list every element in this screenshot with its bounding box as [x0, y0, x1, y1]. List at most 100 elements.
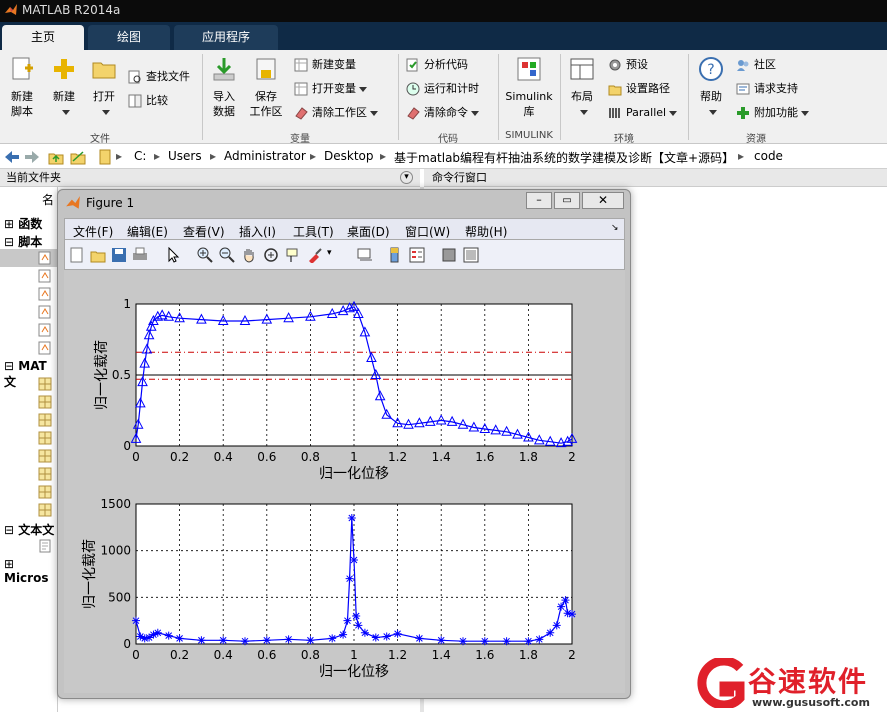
print-icon[interactable]: [132, 247, 148, 263]
script-file-icon[interactable]: [38, 251, 52, 265]
save-workspace-button[interactable]: 保存 工作区: [246, 56, 286, 119]
x-tick-label: 1: [350, 450, 358, 464]
pointer-icon[interactable]: [165, 247, 181, 263]
script-file-icon[interactable]: [38, 305, 52, 319]
mat-file-icon[interactable]: [38, 377, 52, 391]
script-file-icon[interactable]: [38, 341, 52, 355]
clear-workspace-button[interactable]: 清除工作区: [294, 104, 378, 122]
zoom-out-icon[interactable]: [219, 247, 235, 263]
parallel-button[interactable]: Parallel: [608, 104, 678, 122]
breadcrumb-administrator[interactable]: Administrator: [224, 149, 306, 163]
addons-button[interactable]: 附加功能: [736, 104, 809, 122]
menu-edit[interactable]: 编辑(E): [127, 223, 168, 240]
x-tick-label: 2: [568, 648, 576, 662]
parallel-icon: [609, 108, 620, 118]
menu-insert[interactable]: 插入(I): [239, 223, 276, 240]
data-point: [262, 636, 271, 645]
script-file-icon[interactable]: [38, 287, 52, 301]
clear-commands-button[interactable]: 清除命令: [406, 104, 479, 122]
text-file-icon[interactable]: [38, 539, 52, 553]
analyze-code-label: 分析代码: [424, 58, 468, 71]
layout-label: 布局: [571, 90, 593, 103]
tree-group-microsoft[interactable]: ⊞ Micros: [4, 557, 57, 585]
request-support-button[interactable]: 请求支持: [736, 80, 798, 98]
mat-file-icon[interactable]: [38, 413, 52, 427]
help-button[interactable]: ? 帮助: [694, 56, 728, 119]
set-path-button[interactable]: 设置路径: [608, 80, 670, 98]
breadcrumb-project[interactable]: 基于matlab编程有杆抽油系统的数学建模及诊断【文章+源码】: [394, 149, 734, 166]
request-support-icon: [736, 83, 750, 95]
community-button[interactable]: 社区: [736, 56, 776, 74]
minimize-button[interactable]: –: [526, 192, 552, 209]
menu-dock-icon[interactable]: ↘: [611, 223, 619, 233]
new-figure-icon[interactable]: [69, 247, 85, 263]
mat-file-icon[interactable]: [38, 395, 52, 409]
menu-desktop[interactable]: 桌面(D): [347, 223, 390, 240]
open-file-icon[interactable]: [90, 247, 106, 263]
menu-view[interactable]: 查看(V): [183, 223, 225, 240]
legend-icon[interactable]: [409, 247, 425, 263]
new-button[interactable]: 新建: [46, 56, 82, 119]
y-tick-label: 0: [123, 637, 131, 651]
mat-file-icon[interactable]: [38, 449, 52, 463]
link-plot-icon[interactable]: [357, 247, 373, 263]
rotate-3d-icon[interactable]: [263, 247, 279, 263]
mat-file-icon[interactable]: [38, 431, 52, 445]
mat-file-icon[interactable]: [38, 485, 52, 499]
menu-file[interactable]: 文件(F): [73, 223, 113, 240]
script-file-icon[interactable]: [38, 323, 52, 337]
breadcrumb-c[interactable]: C:: [134, 149, 146, 163]
show-plot-tools-icon[interactable]: [463, 247, 479, 263]
browse-folder-icon[interactable]: [70, 149, 86, 165]
brush-icon[interactable]: [307, 247, 323, 263]
open-variable-button[interactable]: 打开变量: [294, 80, 367, 98]
import-data-button[interactable]: 导入 数据: [206, 56, 242, 119]
tree-group-scripts[interactable]: ⊟ 脚本: [4, 233, 42, 250]
data-point: [561, 596, 570, 605]
data-cursor-icon[interactable]: [285, 247, 301, 263]
layout-button[interactable]: 布局: [564, 56, 600, 119]
chevron-down-icon[interactable]: ▾: [327, 248, 332, 258]
x-tick-label: 0.4: [214, 450, 233, 464]
x-tick-label: 0.2: [170, 648, 189, 662]
menu-help[interactable]: 帮助(H): [465, 223, 507, 240]
preferences-button[interactable]: 预设: [608, 56, 648, 74]
pan-hand-icon[interactable]: [241, 247, 257, 263]
mat-file-icon[interactable]: [38, 503, 52, 517]
find-files-button[interactable]: 查找文件: [128, 68, 190, 86]
new-variable-button[interactable]: 新建变量: [294, 56, 356, 74]
analyze-code-button[interactable]: 分析代码: [406, 56, 468, 74]
menu-tools[interactable]: 工具(T): [293, 223, 334, 240]
data-point: [502, 637, 511, 646]
up-folder-icon[interactable]: [48, 149, 64, 165]
breadcrumb-users[interactable]: Users: [168, 149, 202, 163]
menu-window[interactable]: 窗口(W): [405, 223, 450, 240]
back-icon[interactable]: [4, 150, 20, 164]
hide-plot-tools-icon[interactable]: [441, 247, 457, 263]
mat-file-icon[interactable]: [38, 467, 52, 481]
close-button[interactable]: ✕: [582, 192, 624, 209]
tab-home[interactable]: 主页: [2, 25, 84, 50]
zoom-in-icon[interactable]: [197, 247, 213, 263]
breadcrumb-code[interactable]: code: [754, 149, 783, 163]
tree-group-text[interactable]: ⊟ 文本文: [4, 521, 54, 538]
colorbar-icon[interactable]: [387, 247, 403, 263]
script-file-icon[interactable]: [38, 269, 52, 283]
forward-icon[interactable]: [24, 150, 40, 164]
find-files-icon: [128, 70, 141, 84]
maximize-button[interactable]: ▭: [554, 192, 580, 209]
name-column-header[interactable]: 名: [42, 191, 54, 208]
breadcrumb-desktop[interactable]: Desktop: [324, 149, 374, 163]
tab-plots[interactable]: 绘图: [88, 25, 170, 50]
tab-apps[interactable]: 应用程序: [174, 25, 278, 50]
import-icon: [213, 58, 235, 81]
compare-button[interactable]: 比较: [128, 92, 168, 110]
save-icon[interactable]: [111, 247, 127, 263]
new-script-button[interactable]: 新建 脚本: [4, 56, 40, 119]
open-button[interactable]: 打开: [86, 56, 122, 119]
simulink-library-button[interactable]: Simulink 库: [502, 56, 556, 119]
data-point: [393, 629, 402, 638]
tree-group-functions[interactable]: ⊞ 函数: [4, 215, 42, 232]
run-and-time-button[interactable]: 运行和计时: [406, 80, 479, 98]
panel-menu-icon[interactable]: ▾: [400, 171, 413, 184]
